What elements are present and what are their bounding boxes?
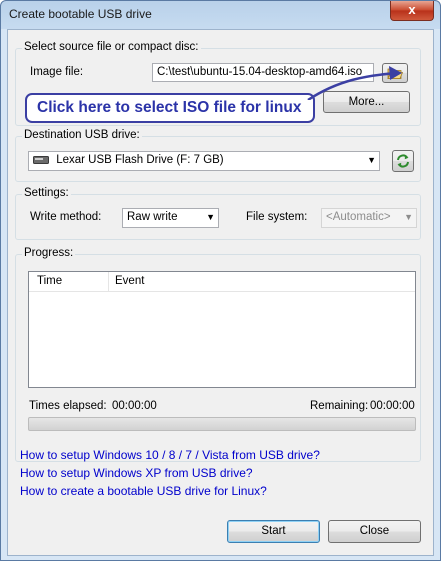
file-system-select[interactable]: <Automatic> ▼ <box>321 208 417 228</box>
progress-group: Progress: Time Event Times elapsed: 00:0… <box>15 247 421 462</box>
event-log-header: Time Event <box>29 272 415 292</box>
annotation-callout: Click here to select ISO file for linux <box>25 93 315 123</box>
column-separator[interactable] <box>108 272 109 291</box>
refresh-icon <box>397 154 409 168</box>
destination-group: Destination USB drive: Lexar USB Flash D… <box>15 129 421 182</box>
chevron-down-icon: ▼ <box>367 155 376 165</box>
elapsed-label: Times elapsed: <box>29 400 107 412</box>
window-title: Create bootable USB drive <box>9 7 152 21</box>
refresh-button[interactable] <box>392 150 414 172</box>
chevron-down-icon: ▼ <box>404 212 413 222</box>
chevron-down-icon: ▼ <box>206 212 215 222</box>
start-button[interactable]: Start <box>227 520 320 543</box>
settings-legend: Settings: <box>22 187 71 199</box>
settings-group: Settings: Write method: Raw write ▼ File… <box>15 187 421 240</box>
remaining-label: Remaining: <box>310 400 369 412</box>
column-time[interactable]: Time <box>37 275 62 287</box>
dialog-body: Select source file or compact disc: Imag… <box>7 29 434 556</box>
app-window: Create bootable USB drive x Select sourc… <box>0 0 441 561</box>
annotation-arrow <box>307 66 402 100</box>
source-legend: Select source file or compact disc: <box>22 41 201 53</box>
link-setup-windows-xp[interactable]: How to setup Windows XP from USB drive? <box>20 466 253 480</box>
progress-legend: Progress: <box>22 247 76 259</box>
window-close-button[interactable]: x <box>390 1 434 21</box>
image-file-label: Image file: <box>30 66 84 78</box>
link-setup-windows-10[interactable]: How to setup Windows 10 / 8 / 7 / Vista … <box>20 448 320 462</box>
close-button[interactable]: Close <box>328 520 421 543</box>
link-bootable-usb-linux[interactable]: How to create a bootable USB drive for L… <box>20 484 267 498</box>
write-method-value: Raw write <box>127 211 178 223</box>
progress-bar <box>28 417 416 431</box>
column-event[interactable]: Event <box>115 275 144 287</box>
usb-drive-value: Lexar USB Flash Drive (F: 7 GB) <box>56 154 224 166</box>
title-bar[interactable]: Create bootable USB drive x <box>1 1 440 29</box>
destination-legend: Destination USB drive: <box>22 129 142 141</box>
file-system-value: <Automatic> <box>326 211 391 223</box>
write-method-label: Write method: <box>30 211 102 223</box>
usb-drive-icon <box>33 155 49 164</box>
usb-drive-select[interactable]: Lexar USB Flash Drive (F: 7 GB) ▼ <box>28 151 380 171</box>
remaining-value: 00:00:00 <box>370 400 415 412</box>
write-method-select[interactable]: Raw write ▼ <box>122 208 219 228</box>
file-system-label: File system: <box>246 211 308 223</box>
event-log-list[interactable]: Time Event <box>28 271 416 388</box>
elapsed-value: 00:00:00 <box>112 400 157 412</box>
